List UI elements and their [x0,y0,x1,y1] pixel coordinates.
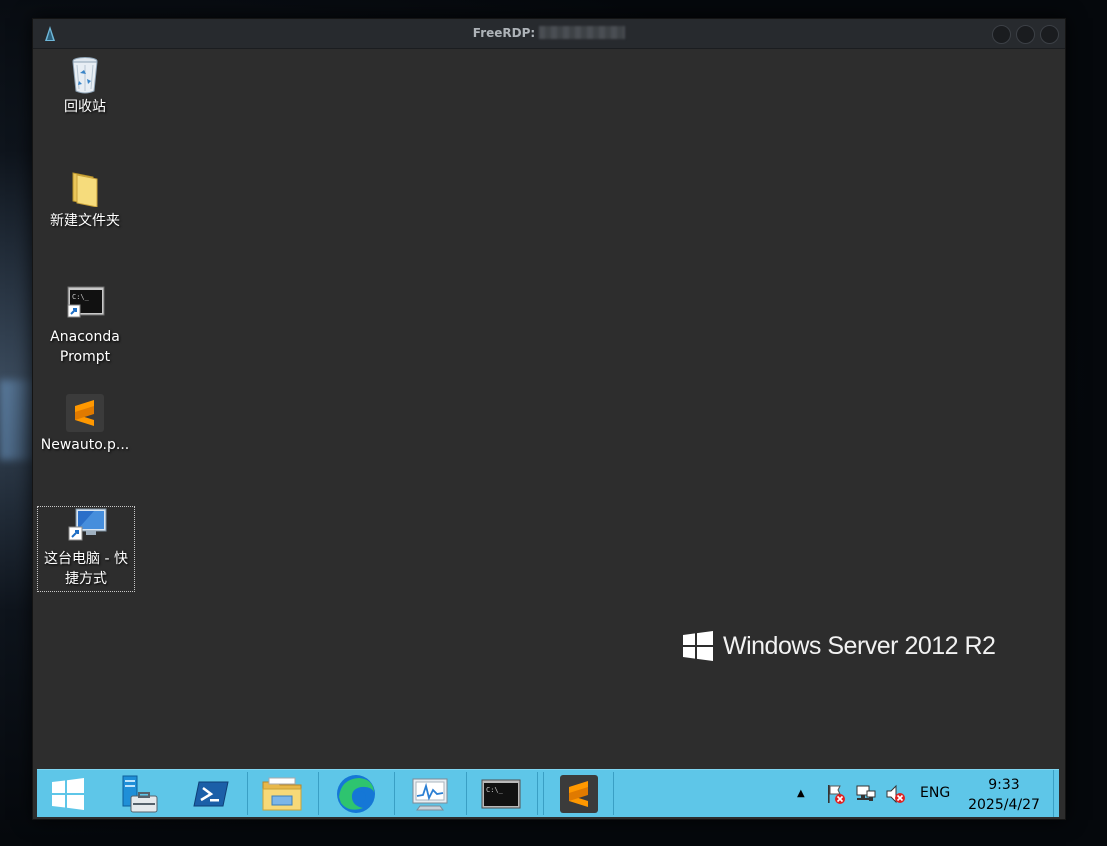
this-pc-shortcut-icon [68,507,107,543]
branding-text: Windows Server 2012 R2 [723,631,996,660]
desktop-icon-recycle-bin[interactable]: 回收站 [37,55,133,117]
show-desktop-button[interactable] [1053,770,1060,817]
volume-muted-icon [886,784,905,803]
desktop-icon-label: 这台电脑 - 快 捷方式 [44,551,128,587]
flag-warning-icon [828,784,845,804]
taskbar: C:\_ ▲ ENG 9:33 2025/4/27 [37,769,1059,817]
desktop-icon-new-folder[interactable]: 新建文件夹 [37,169,133,231]
windows-server-branding: Windows Server 2012 R2 [683,631,996,661]
chevron-up-icon: ▲ [797,788,805,799]
desktop-icon-label: 新建文件夹 [50,213,120,229]
clock-time: 9:33 [988,777,1020,793]
title-bar[interactable]: FreeRDP: [33,19,1065,49]
show-hidden-icons-button[interactable]: ▲ [797,770,811,817]
recycle-bin-icon [67,55,103,94]
windows-logo-icon [683,631,713,661]
powershell-icon [193,781,229,806]
clock-date: 2025/4/27 [968,797,1040,813]
sublime-text-icon [66,393,104,432]
taskbar-separator [537,772,538,815]
network-tray[interactable] [855,770,879,817]
action-center-tray[interactable] [825,770,849,817]
sublime-text-icon [560,774,598,813]
input-language-indicator[interactable]: ENG [920,785,950,801]
network-icon [856,785,876,801]
start-icon [52,777,84,810]
taskbar-performance-monitor[interactable] [395,770,465,817]
freerdp-window: FreeRDP: 回收站 新建文件夹 C:\_ Anaconda Prompt … [32,18,1066,820]
desktop-icon-label: 回收站 [64,99,106,115]
performance-monitor-icon [412,778,448,810]
server-manager-icon [122,775,158,812]
redacted-host [539,26,626,39]
folder-icon [67,169,103,208]
taskbar-powershell[interactable] [177,770,245,817]
desktop-icon-newauto[interactable]: Newauto.p... [37,393,133,455]
file-explorer-icon [262,777,302,810]
taskbar-command-prompt[interactable]: C:\_ [467,770,535,817]
command-prompt-shortcut-icon: C:\_ [67,285,105,321]
system-clock[interactable]: 9:33 2025/4/27 [961,775,1047,815]
taskbar-server-manager[interactable] [103,770,173,817]
taskbar-sublime-text[interactable] [544,770,614,817]
window-title: FreeRDP: [33,26,1065,40]
edge-icon [337,774,375,813]
taskbar-edge[interactable] [319,770,393,817]
command-prompt-icon: C:\_ [481,779,521,808]
desktop-icon-anaconda-prompt[interactable]: C:\_ Anaconda Prompt [37,285,133,367]
taskbar-file-explorer[interactable] [248,770,316,817]
window-title-text: FreeRDP: [472,26,536,40]
taskbar-separator [613,772,614,815]
desktop-icon-label: Newauto.p... [40,437,130,453]
close-button[interactable] [1040,25,1059,44]
desktop-icon-this-pc-shortcut[interactable]: 这台电脑 - 快 捷方式 [37,506,135,592]
remote-desktop[interactable]: 回收站 新建文件夹 C:\_ Anaconda Prompt Newauto.p… [33,49,1063,769]
volume-tray[interactable] [885,770,909,817]
svg-text:C:\_: C:\_ [486,786,504,794]
start-button[interactable] [37,770,99,817]
desktop-icon-label: Anaconda Prompt [50,329,120,365]
maximize-button[interactable] [1016,25,1035,44]
svg-text:C:\_: C:\_ [72,293,90,301]
minimize-button[interactable] [992,25,1011,44]
